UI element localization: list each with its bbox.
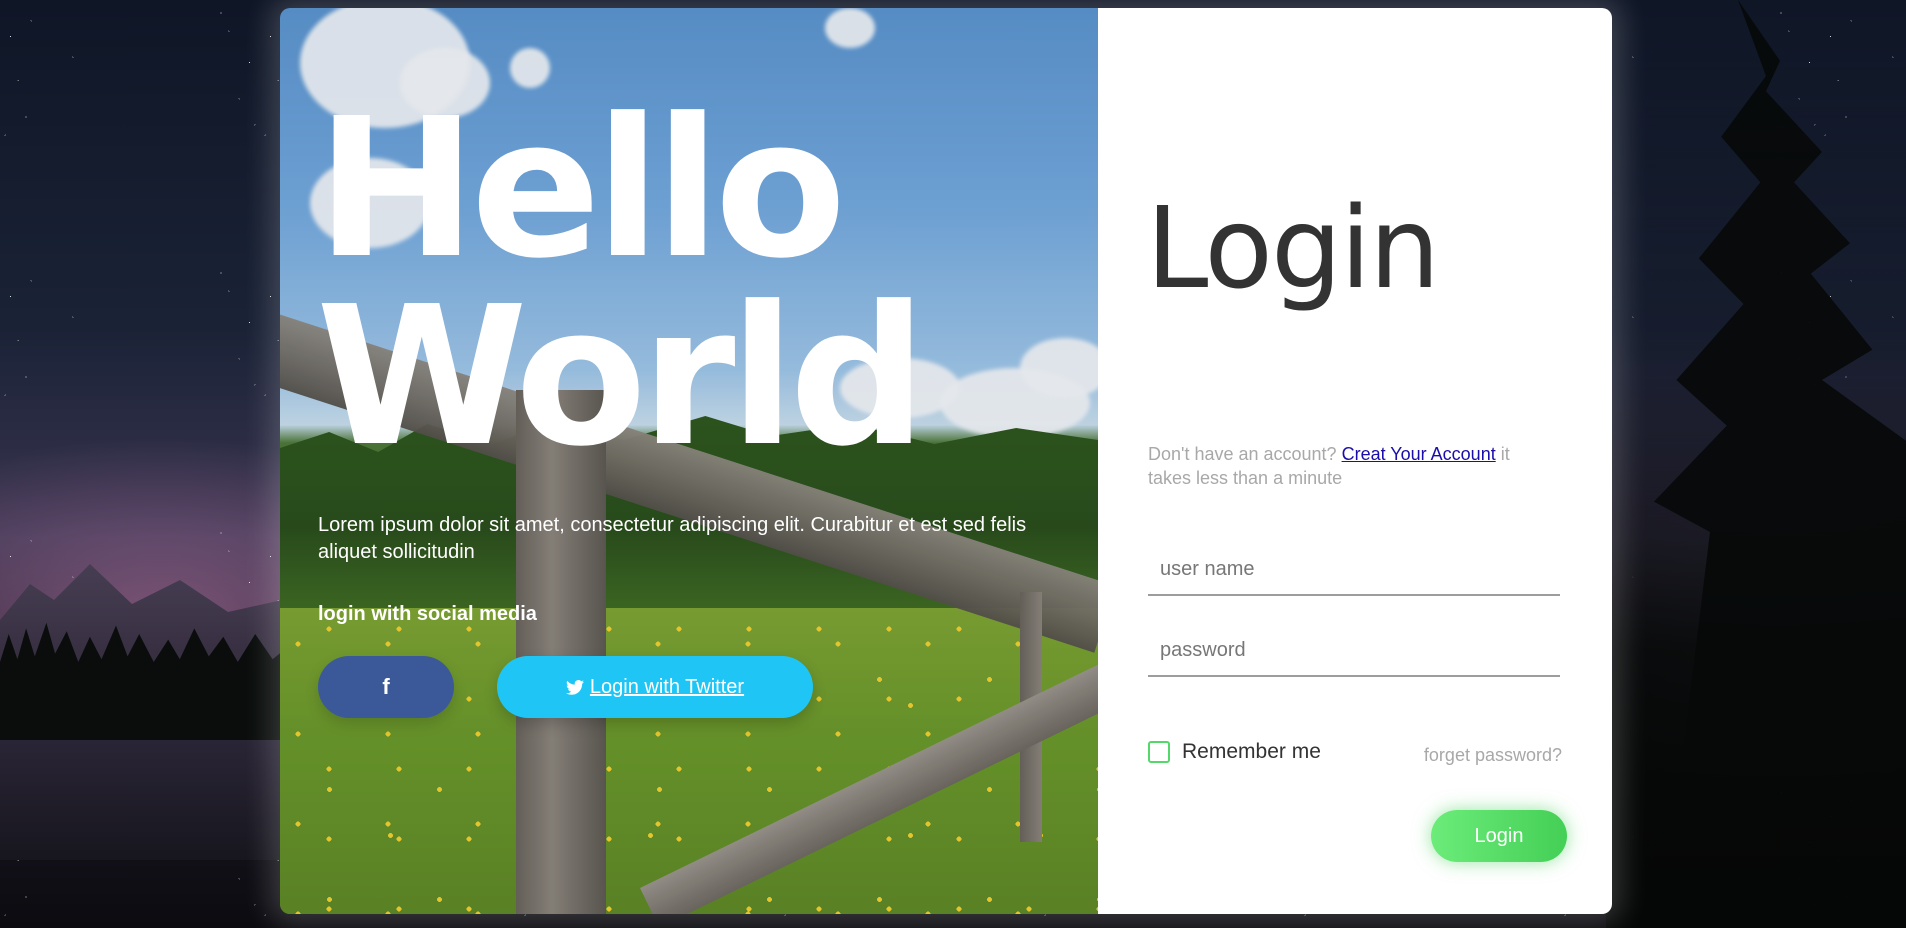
lake-left [0, 740, 290, 860]
login-submit-button[interactable]: Login [1431, 810, 1567, 862]
username-input[interactable] [1148, 544, 1560, 596]
remember-me-checkbox[interactable] [1148, 741, 1170, 763]
login-card: Hello World Lorem ipsum dolor sit amet, c… [280, 8, 1612, 914]
forgot-password-link[interactable]: forget password? [1424, 745, 1562, 766]
hero-heading: Hello World [316, 94, 927, 474]
facebook-icon: f [382, 674, 390, 699]
twitter-icon [565, 679, 584, 695]
hero-panel: Hello World Lorem ipsum dolor sit amet, c… [280, 8, 1098, 914]
password-input[interactable] [1148, 625, 1560, 677]
twitter-login-label: Login with Twitter [589, 675, 745, 698]
remember-me-toggle[interactable]: Remember me [1148, 740, 1321, 764]
signup-prompt: Don't have an account? Creat Your Accoun… [1148, 442, 1538, 490]
login-title: Login [1146, 184, 1440, 314]
signup-prompt-prefix: Don't have an account? [1148, 444, 1337, 464]
social-login-label: login with social media [318, 603, 537, 625]
hero-heading-line2: World [316, 266, 927, 489]
twitter-login-button[interactable]: Login with Twitter [497, 656, 813, 718]
facebook-login-button[interactable]: f [318, 656, 454, 718]
hero-description: Lorem ipsum dolor sit amet, consectetur … [318, 514, 1027, 563]
create-account-link[interactable]: Creat Your Account [1342, 444, 1496, 464]
remember-me-label: Remember me [1182, 740, 1321, 763]
background-scene: Hello World Lorem ipsum dolor sit amet, c… [0, 0, 1906, 928]
login-panel: Login Don't have an account? Creat Your … [1098, 8, 1612, 914]
